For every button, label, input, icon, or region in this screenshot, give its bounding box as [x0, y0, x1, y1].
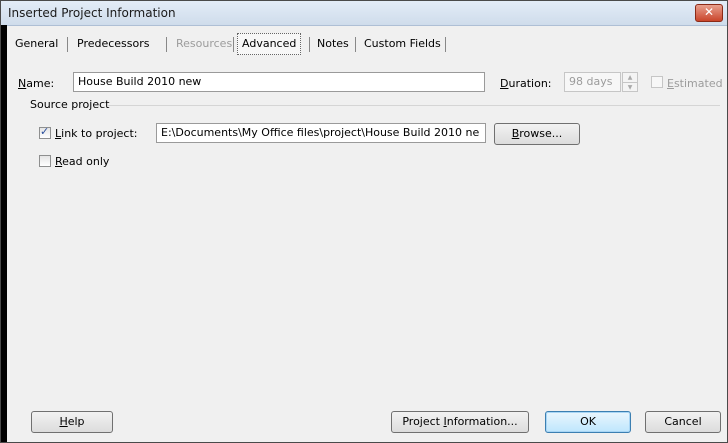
close-icon: ✕ [703, 5, 715, 19]
estimated-checkbox [651, 76, 663, 88]
cancel-button[interactable]: Cancel [645, 411, 721, 433]
duration-label: Duration: [500, 77, 552, 90]
title-bar: Inserted Project Information ✕ [1, 1, 727, 26]
browse-button[interactable]: Browse... [494, 123, 580, 145]
tab-separator [445, 37, 446, 52]
duration-spinner: ▲ ▼ [622, 72, 638, 92]
spin-up-icon: ▲ [623, 73, 637, 83]
tab-resources: Resources [176, 37, 233, 50]
close-button[interactable]: ✕ [695, 4, 723, 22]
link-to-project-label: Link to project: [55, 127, 138, 140]
spin-down-icon: ▼ [627, 84, 633, 91]
tab-advanced[interactable]: Advanced [237, 33, 302, 55]
tab-custom-fields[interactable]: Custom Fields [360, 35, 445, 53]
inserted-project-dialog: Inserted Project Information ✕ General P… [0, 0, 728, 443]
tab-predecessors[interactable]: Predecessors [73, 35, 154, 53]
tab-notes[interactable]: Notes [313, 35, 353, 53]
help-button[interactable]: Help [31, 411, 113, 433]
tab-separator [355, 37, 356, 52]
read-only-label: Read only [55, 155, 110, 168]
tab-general[interactable]: General [11, 35, 62, 53]
name-input[interactable]: House Build 2010 new [73, 72, 485, 92]
ok-button[interactable]: OK [545, 411, 631, 433]
tab-separator [233, 37, 234, 52]
estimated-label: Estimated [667, 77, 723, 90]
duration-input: 98 days [564, 72, 621, 92]
tab-separator [67, 37, 68, 52]
project-information-button[interactable]: Project Information... [391, 411, 529, 433]
link-to-project-checkbox[interactable] [39, 125, 51, 139]
dialog-title: Inserted Project Information [8, 6, 176, 20]
name-label: Name: [18, 77, 55, 90]
read-only-checkbox[interactable] [39, 155, 51, 167]
window-edge [1, 25, 7, 442]
group-divider [108, 105, 720, 106]
tab-separator [166, 37, 167, 52]
tab-separator [309, 37, 310, 52]
project-path-input[interactable]: E:\Documents\My Office files\project\Hou… [156, 123, 486, 143]
source-project-group-label: Source project [30, 98, 110, 111]
